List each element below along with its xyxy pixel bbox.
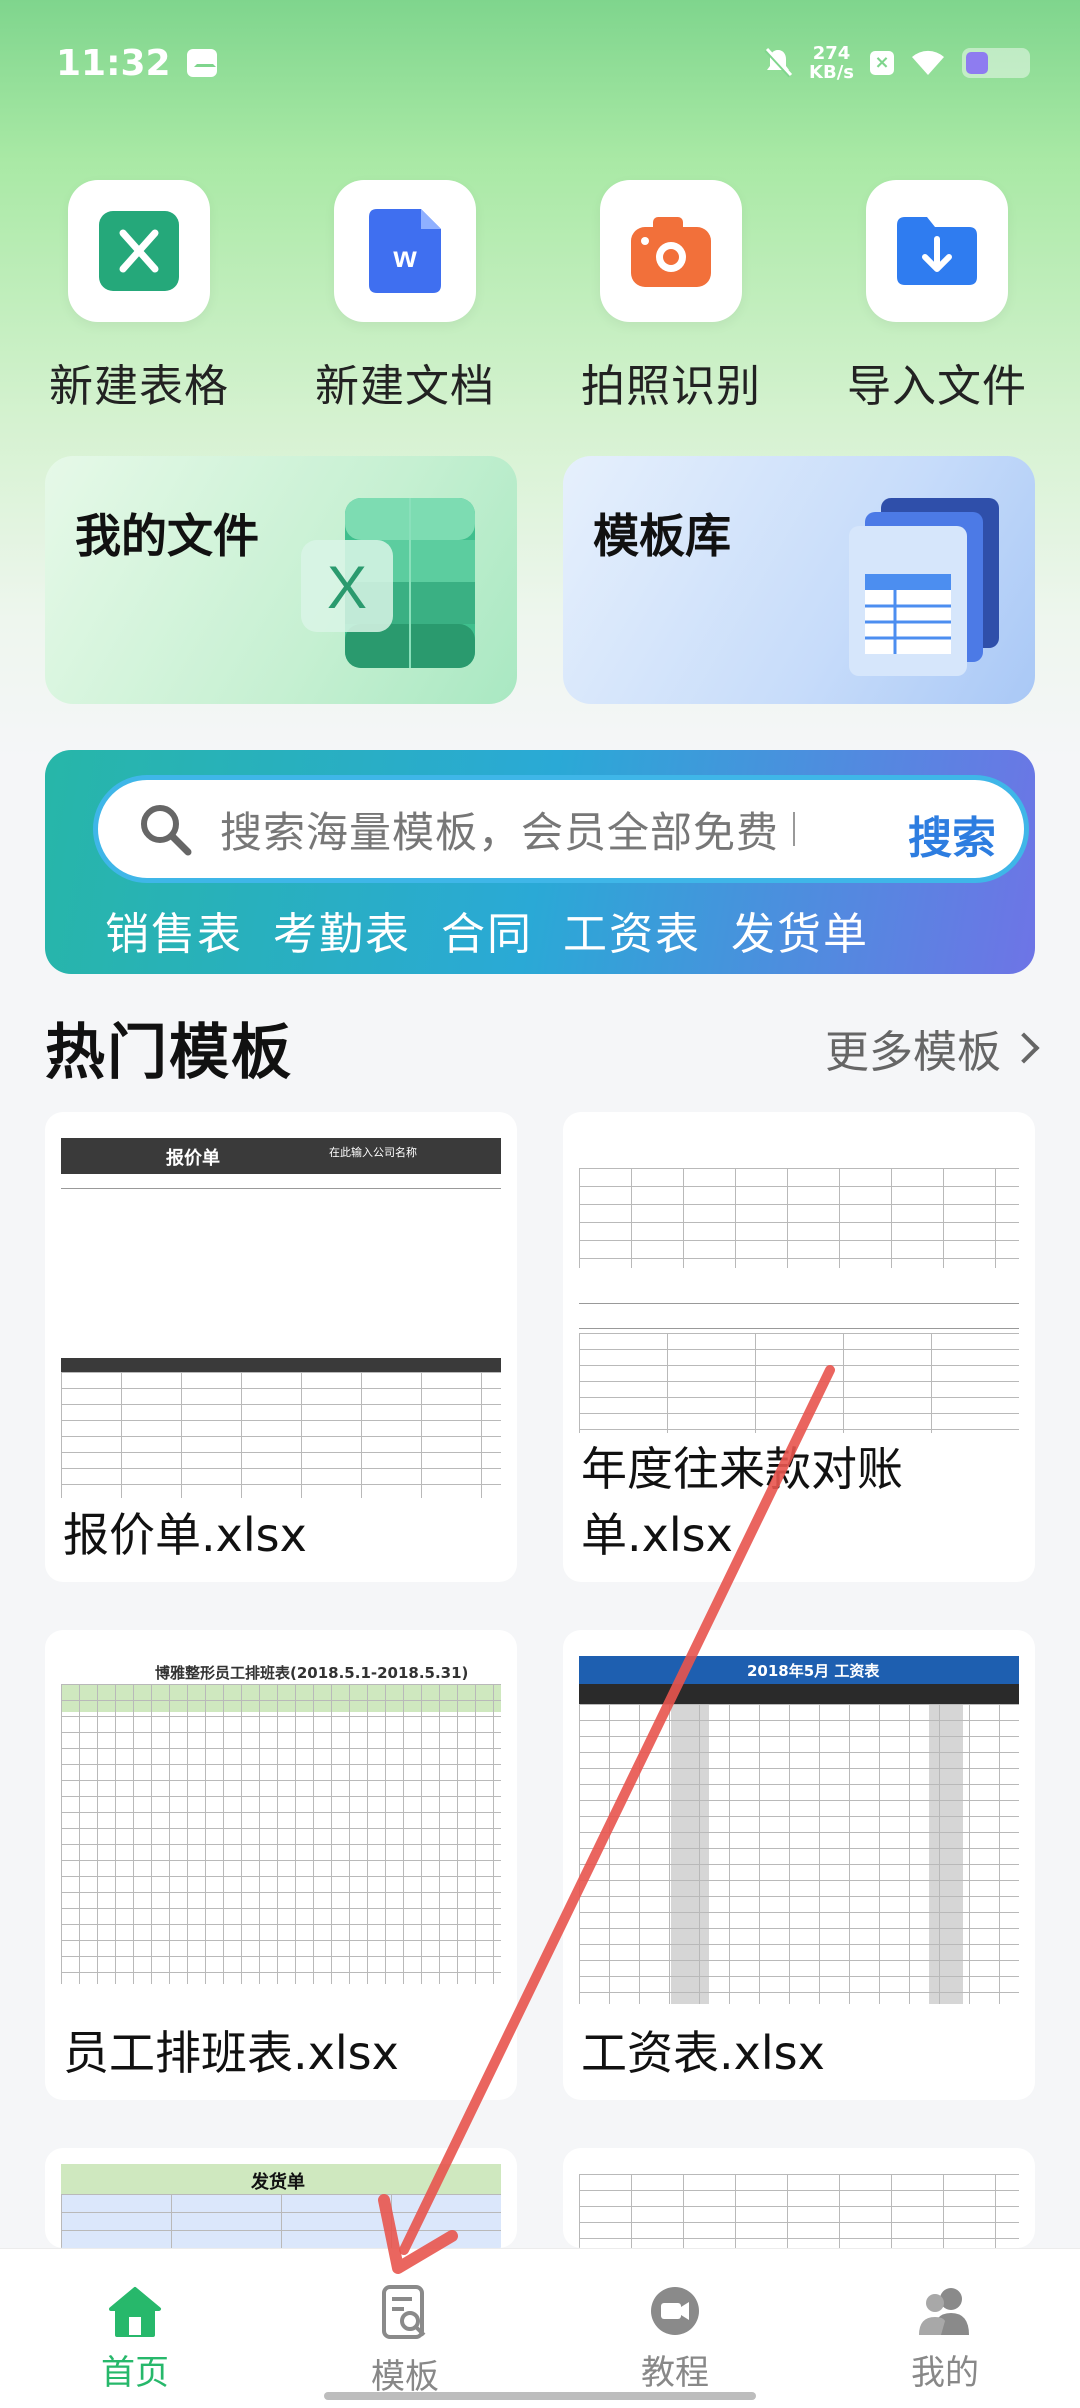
- search-banner: 搜索海量模板，会员全部免费 搜索 销售表 考勤表 合同 工资表 发货单: [45, 750, 1035, 974]
- camera-icon: [631, 217, 711, 287]
- search-button[interactable]: 搜索: [908, 802, 996, 866]
- hot-tag-attendance[interactable]: 考勤表: [273, 898, 411, 962]
- nav-home[interactable]: 首页: [0, 2249, 270, 2408]
- clock: 11:32: [56, 42, 171, 84]
- battery-icon: [962, 48, 1030, 78]
- hot-tag-contract[interactable]: 合同: [441, 898, 533, 962]
- sheet-icon: [99, 211, 179, 291]
- search-placeholder: 搜索海量模板，会员全部免费: [220, 807, 780, 857]
- template-thumbnail: [579, 2164, 1019, 2248]
- template-icon: [382, 2285, 426, 2339]
- nav-profile[interactable]: 我的: [810, 2249, 1080, 2408]
- chevron-right-icon: [1008, 1031, 1040, 1064]
- template-name: 员工排班表.xlsx: [63, 2026, 399, 2080]
- new-sheet-button[interactable]: 新建表格: [6, 180, 272, 414]
- new-sheet-label: 新建表格: [49, 361, 229, 412]
- home-icon: [109, 2287, 161, 2337]
- nav-templates[interactable]: 模板: [270, 2249, 540, 2408]
- profile-icon: [919, 2288, 969, 2335]
- text-cursor: [793, 812, 796, 846]
- template-library-card[interactable]: 模板库: [563, 456, 1035, 704]
- new-doc-button[interactable]: w 新建文档: [272, 180, 538, 414]
- template-thumbnail: [579, 1128, 1019, 1434]
- status-bar: 11:32 274 KB/s ×: [0, 0, 1080, 126]
- template-name: 工资表.xlsx: [581, 2026, 825, 2080]
- nav-tutorials[interactable]: 教程: [540, 2249, 810, 2408]
- doc-icon: w: [369, 209, 441, 293]
- search-input[interactable]: 搜索海量模板，会员全部免费 搜索: [93, 775, 1029, 883]
- svg-text:w: w: [392, 241, 417, 274]
- template-card-salary[interactable]: 2018年5月 工资表 工资表.xlsx: [563, 1630, 1035, 2100]
- more-templates-link[interactable]: 更多模板: [825, 1016, 1040, 1080]
- network-speed: 274 KB/s: [809, 43, 854, 83]
- hot-tag-shipping[interactable]: 发货单: [731, 898, 869, 962]
- template-card-shipping[interactable]: 发货单: [45, 2148, 517, 2248]
- message-icon: [186, 49, 217, 77]
- hot-tags: 销售表 考勤表 合同 工资表 发货单: [105, 898, 869, 962]
- my-files-title: 我的文件: [75, 509, 259, 563]
- template-card-6[interactable]: [563, 2148, 1035, 2248]
- hot-tag-sales[interactable]: 销售表: [105, 898, 243, 962]
- home-indicator: [324, 2392, 756, 2400]
- import-file-label: 导入文件: [847, 361, 1027, 412]
- section-title: 热门模板: [45, 1018, 293, 1088]
- template-card-statement[interactable]: 年度往来款对账单.xlsx: [563, 1112, 1035, 1582]
- template-thumbnail: 博雅整形员工排班表(2018.5.1-2018.5.31): [61, 1646, 501, 2016]
- template-thumbnail: 2018年5月 工资表: [579, 1646, 1019, 2016]
- import-file-button[interactable]: 导入文件: [804, 180, 1070, 414]
- template-name: 报价单.xlsx: [63, 1508, 307, 1562]
- photo-ocr-label: 拍照识别: [581, 361, 761, 412]
- template-name: 年度往来款对账单.xlsx: [581, 1442, 903, 1562]
- template-thumbnail: 发货单: [61, 2164, 501, 2248]
- import-icon: [897, 217, 977, 285]
- template-stack-icon: [849, 498, 999, 676]
- my-files-card[interactable]: 我的文件 X: [45, 456, 517, 704]
- wifi-icon: [912, 50, 944, 75]
- search-icon: [141, 805, 192, 856]
- template-thumbnail: 报价单 在此输入公司名称: [61, 1128, 501, 1498]
- hot-tag-salary[interactable]: 工资表: [563, 898, 701, 962]
- video-icon: [651, 2287, 699, 2335]
- template-card-quotation[interactable]: 报价单 在此输入公司名称 报价单.xlsx: [45, 1112, 517, 1582]
- bottom-nav: 首页 模板 教程 我的: [0, 2248, 1080, 2408]
- svg-text:X: X: [327, 554, 367, 621]
- quick-actions: 新建表格 w 新建文档 拍照识别 导入文件: [0, 180, 1080, 414]
- template-card-schedule[interactable]: 博雅整形员工排班表(2018.5.1-2018.5.31) 员工排班表.xlsx: [45, 1630, 517, 2100]
- template-library-title: 模板库: [593, 509, 731, 563]
- new-doc-label: 新建文档: [315, 361, 495, 412]
- excel-illustration-icon: X: [301, 498, 475, 668]
- notification-x-icon: ×: [870, 51, 894, 75]
- photo-ocr-button[interactable]: 拍照识别: [538, 180, 804, 414]
- mute-icon: [764, 47, 793, 78]
